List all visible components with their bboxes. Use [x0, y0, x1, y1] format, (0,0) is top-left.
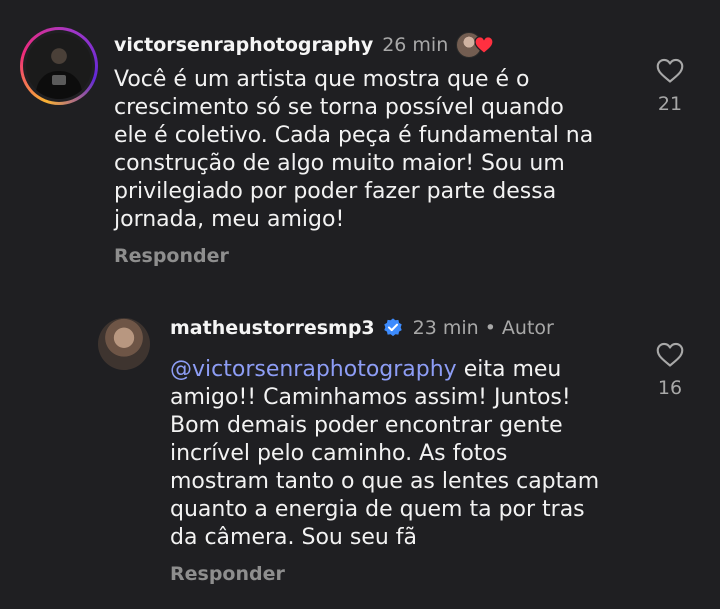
liked-by-author-badge — [456, 31, 496, 59]
heart-outline-icon[interactable] — [656, 58, 684, 84]
username[interactable]: victorsenraphotography — [114, 34, 373, 56]
comment-text: @victorsenraphotography eita meu amigo!!… — [170, 356, 630, 552]
reply-button[interactable]: Responder — [170, 563, 285, 585]
like-count: 16 — [657, 377, 683, 399]
like-section: 21 — [650, 58, 690, 115]
heart-filled-icon — [474, 36, 494, 54]
camera-icon — [52, 75, 66, 85]
comment-header: victorsenraphotography 26 min — [114, 30, 496, 60]
avatar[interactable] — [98, 318, 150, 370]
comment-text: Você é um artista que mostra que é o cre… — [114, 67, 594, 232]
mention-link[interactable]: @victorsenraphotography — [170, 357, 457, 382]
author-label: Autor — [501, 317, 554, 339]
timestamp: 26 min — [382, 34, 449, 56]
comment-header: matheustorresmp3 23 min • Autor — [170, 314, 554, 342]
username[interactable]: matheustorresmp3 — [170, 317, 375, 339]
avatar-photo — [26, 33, 92, 99]
separator-dot: • — [484, 317, 496, 339]
timestamp: 23 min — [412, 317, 479, 339]
like-count: 21 — [657, 93, 683, 115]
verified-badge-icon — [383, 318, 402, 337]
reply-button[interactable]: Responder — [114, 245, 229, 267]
comment-reply: matheustorresmp3 23 min • Autor @victors… — [0, 300, 720, 609]
heart-outline-icon[interactable] — [656, 342, 684, 368]
avatar[interactable] — [20, 27, 98, 105]
comment-body: eita meu amigo!! Caminhamos assim! Junto… — [170, 357, 600, 550]
comment: victorsenraphotography 26 min Você é um … — [0, 0, 720, 290]
like-section: 16 — [650, 342, 690, 399]
